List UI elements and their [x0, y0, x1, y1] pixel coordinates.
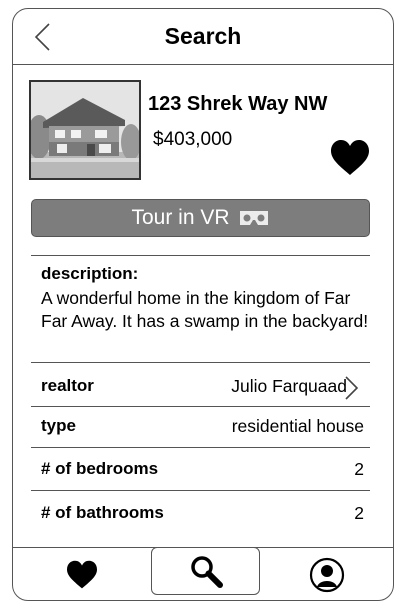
type-value: residential house: [231, 416, 364, 436]
divider: [31, 447, 370, 448]
house-image: [31, 82, 139, 178]
heart-icon[interactable]: [329, 139, 371, 177]
divider: [31, 255, 370, 256]
bedrooms-value: 2: [354, 459, 364, 479]
page-title: Search: [164, 23, 242, 49]
realtor-label: realtor: [41, 376, 94, 395]
header: Search: [13, 9, 393, 65]
user-icon: [309, 557, 345, 592]
type-label: type: [41, 416, 76, 435]
heart-icon: [66, 560, 97, 588]
phone-frame: Search 123 Shrek Way NW $403,000 Tour in…: [12, 8, 394, 601]
tab-search[interactable]: [151, 547, 260, 595]
realtor-value[interactable]: Julio Farquaad: [231, 376, 347, 397]
tab-profile[interactable]: [261, 548, 393, 600]
chevron-right-icon[interactable]: [344, 374, 360, 402]
house-photo[interactable]: [29, 80, 141, 180]
tab-bar: [13, 547, 393, 600]
bedrooms-label: # of bedrooms: [41, 459, 159, 478]
description-text: A wonderful home in the kingdom of Far F…: [41, 288, 369, 331]
tab-favorites[interactable]: [13, 548, 150, 600]
bathrooms-label: # of bathrooms: [41, 503, 164, 522]
search-icon: [190, 556, 223, 588]
listing-price: $403,000: [153, 129, 233, 150]
listing-address: 123 Shrek Way NW: [148, 93, 328, 115]
divider: [31, 490, 370, 491]
divider: [31, 362, 370, 363]
description-label: description:: [41, 264, 139, 283]
tour-vr-button[interactable]: Tour in VR: [31, 199, 370, 237]
divider: [31, 406, 370, 407]
tour-vr-label: Tour in VR: [131, 206, 230, 229]
vr-headset-icon: [239, 211, 268, 225]
bathrooms-value: 2: [354, 503, 364, 523]
